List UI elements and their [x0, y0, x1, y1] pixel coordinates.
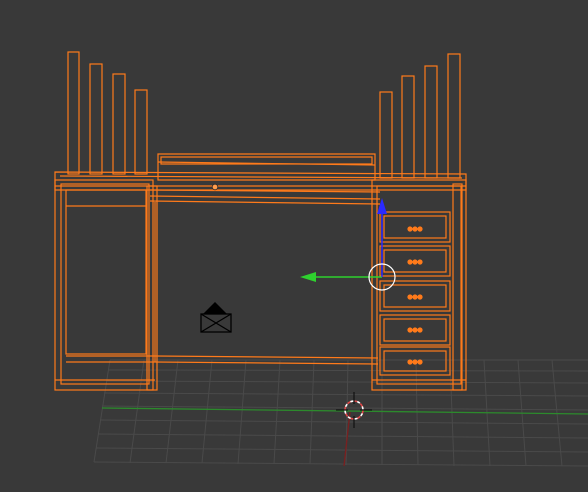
desk-top [54, 171, 467, 205]
object-origin-dot [211, 183, 219, 191]
drawer-handles [407, 226, 423, 365]
knee-space [66, 202, 379, 365]
left-spindles [67, 51, 148, 175]
desk-wireframe[interactable] [54, 51, 467, 391]
manipulator-y-arrow[interactable] [300, 272, 316, 282]
drawer-stack [379, 211, 451, 376]
right-spindles [379, 53, 461, 179]
manipulator-z-arrow[interactable] [377, 198, 387, 214]
left-pedestal [54, 179, 158, 391]
3d-viewport[interactable] [0, 0, 588, 492]
viewport-scene[interactable] [0, 0, 588, 492]
lamp-icon[interactable] [200, 302, 232, 333]
